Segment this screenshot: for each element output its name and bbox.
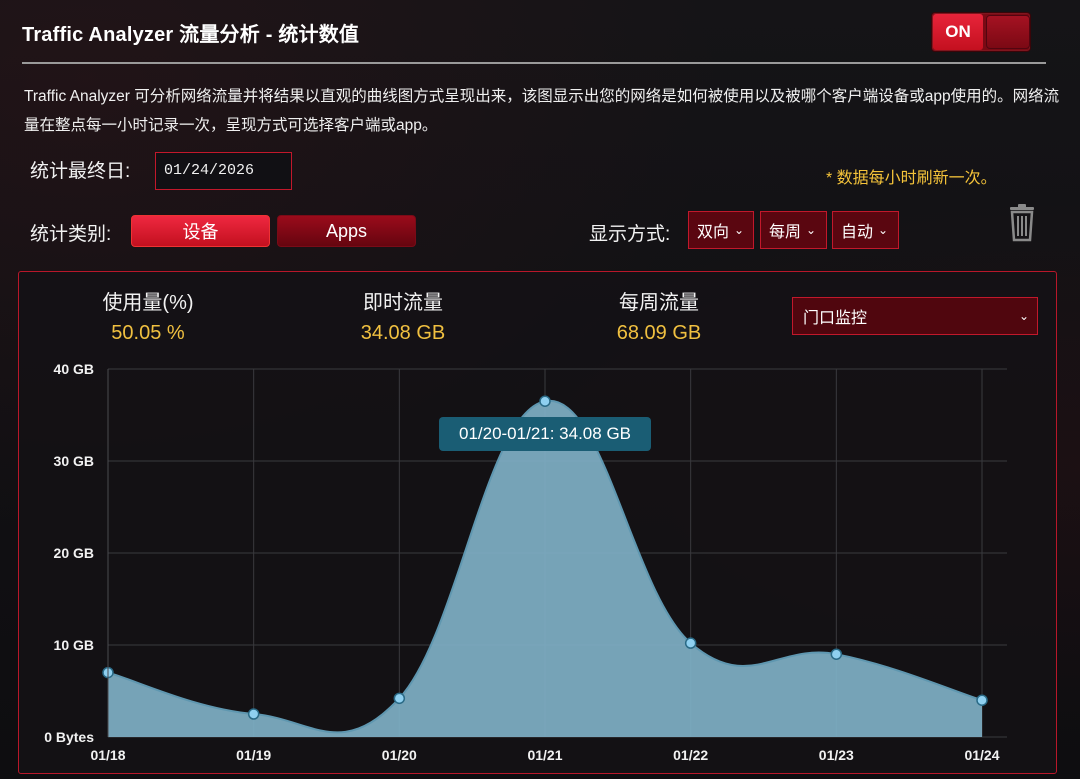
y-tick-label: 10 GB: [54, 637, 94, 653]
data-point: [830, 648, 843, 660]
traffic-analyzer-page: Traffic Analyzer 流量分析 - 统计数值 ON Traffic …: [0, 0, 1080, 779]
traffic-area: [108, 400, 982, 737]
x-tick-label: 01/21: [527, 747, 562, 763]
data-point: [247, 708, 260, 720]
data-point: [539, 395, 551, 407]
y-tick-label: 20 GB: [54, 545, 94, 561]
x-tick-label: 01/18: [90, 747, 125, 763]
y-tick-label: 30 GB: [54, 453, 94, 469]
traffic-area-chart: 0 Bytes 10 GB 20 GB 30 GB 40 GB 01/18 01/19 01/…: [44, 361, 1007, 763]
x-tick-label: 01/23: [819, 747, 854, 763]
x-tick-label: 01/20: [382, 747, 417, 763]
data-point: [976, 694, 988, 706]
data-point: [393, 692, 406, 705]
chart-tooltip: 01/20-01/21: 34.08 GB: [439, 417, 651, 451]
data-point: [684, 637, 697, 649]
x-tick-label: 01/19: [236, 747, 271, 763]
x-tick-label: 01/24: [964, 747, 999, 763]
x-tick-label: 01/22: [673, 747, 708, 763]
y-tick-label: 0 Bytes: [44, 729, 94, 745]
y-tick-label: 40 GB: [54, 361, 94, 377]
